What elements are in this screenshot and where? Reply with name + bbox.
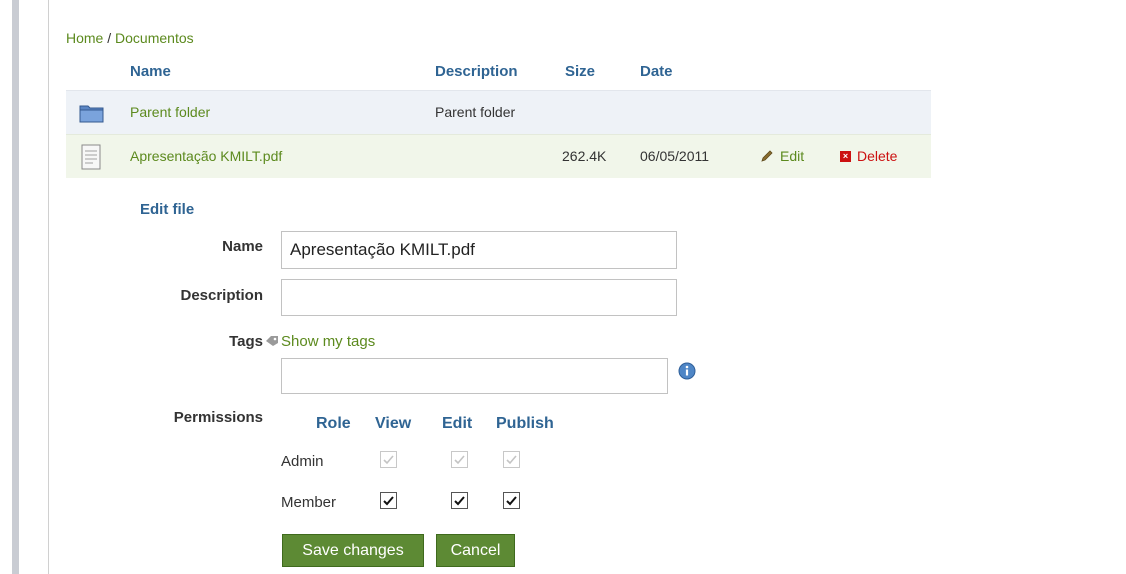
name-input[interactable] — [281, 231, 677, 269]
permissions-header-role: Role — [316, 415, 351, 432]
admin-publish-checkbox — [503, 451, 520, 468]
breadcrumb-current-link[interactable]: Documentos — [115, 30, 194, 46]
parent-folder-link[interactable]: Parent folder — [130, 104, 210, 120]
delete-link[interactable]: Delete — [857, 148, 897, 164]
tags-input[interactable] — [281, 358, 668, 394]
edit-link[interactable]: Edit — [780, 148, 804, 164]
breadcrumb-separator: / — [103, 30, 116, 46]
parent-folder-description: Parent folder — [435, 104, 516, 120]
permissions-header-edit: Edit — [442, 415, 473, 432]
document-icon — [81, 144, 101, 170]
file-size: 262.4K — [562, 148, 607, 164]
delete-action[interactable]: × Delete — [840, 148, 897, 164]
admin-view-checkbox — [380, 451, 397, 468]
table-row-file[interactable]: Apresentação KMILT.pdf 262.4K 06/05/2011… — [66, 134, 931, 178]
edit-action[interactable]: Edit — [760, 148, 804, 164]
file-name-link[interactable]: Apresentação KMILT.pdf — [130, 148, 282, 164]
breadcrumb-home-link[interactable]: Home — [66, 30, 103, 46]
table-header-row: Name Description Size Date — [66, 54, 931, 90]
column-header-name[interactable]: Name — [130, 63, 171, 80]
delete-icon: × — [840, 150, 851, 162]
permissions-role-member: Member — [281, 494, 337, 511]
tags-label: Tags — [229, 333, 263, 350]
show-my-tags-link[interactable]: Show my tags — [281, 333, 375, 350]
column-header-date[interactable]: Date — [640, 63, 673, 80]
permissions-header-view: View — [375, 415, 412, 432]
edit-file-title: Edit file — [140, 201, 195, 218]
permissions-header-publish: Publish — [496, 415, 554, 432]
cancel-button[interactable]: Cancel — [436, 534, 515, 567]
name-label: Name — [222, 238, 263, 255]
member-edit-checkbox[interactable] — [451, 492, 468, 509]
description-label: Description — [180, 287, 263, 304]
save-changes-button[interactable]: Save changes — [282, 534, 424, 567]
permissions-label: Permissions — [173, 409, 263, 426]
breadcrumb: Home / Documentos — [66, 30, 194, 46]
table-row-parent-folder[interactable]: Parent folder Parent folder — [66, 90, 931, 134]
pencil-icon — [761, 150, 773, 162]
folder-icon — [79, 105, 104, 123]
tags-label-wrap: Tags — [150, 333, 279, 350]
member-publish-checkbox[interactable] — [503, 492, 520, 509]
column-header-size[interactable]: Size — [565, 63, 595, 80]
member-view-checkbox[interactable] — [380, 492, 397, 509]
info-icon[interactable] — [678, 362, 696, 380]
left-divider — [48, 0, 49, 574]
description-input[interactable] — [281, 279, 677, 316]
left-sidebar-strip — [12, 0, 19, 574]
admin-edit-checkbox — [451, 451, 468, 468]
file-date: 06/05/2011 — [640, 148, 710, 164]
column-header-description[interactable]: Description — [435, 63, 518, 80]
permissions-role-admin: Admin — [281, 453, 324, 470]
file-table: Name Description Size Date Parent folder… — [66, 54, 931, 178]
tag-icon — [266, 336, 278, 346]
